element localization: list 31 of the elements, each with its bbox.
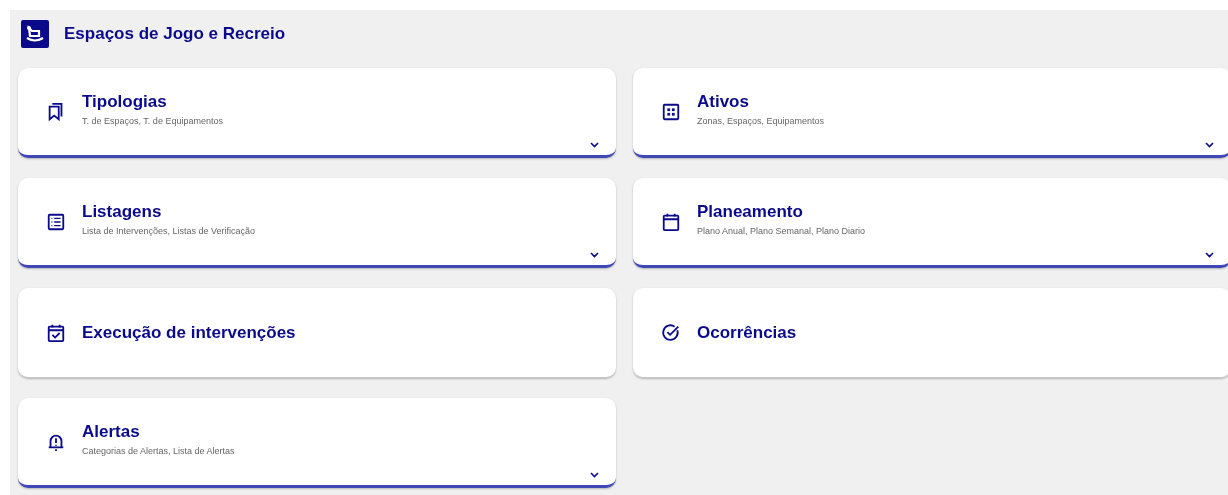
- card-title: Listagens: [82, 201, 163, 222]
- menu-card[interactable]: Ocorrências: [633, 288, 1228, 378]
- list-icon: [46, 211, 66, 232]
- card-subtitle: T. de Espaços, T. de Equipamentos: [82, 115, 223, 126]
- grid-icon: [661, 101, 681, 122]
- page-title: Espaços de Jogo e Recreio: [64, 24, 286, 44]
- menu-card[interactable]: Ativos Zonas, Espaços, Equipamentos: [633, 68, 1228, 158]
- card-title: Alertas: [82, 421, 141, 442]
- card-title: Tipologias: [82, 91, 168, 112]
- card-title: Ocorrências: [697, 322, 797, 343]
- chevron-down-icon[interactable]: [590, 252, 599, 258]
- menu-card[interactable]: Execução de intervenções: [18, 288, 616, 378]
- card-subtitle: Plano Anual, Plano Semanal, Plano Diario: [697, 225, 866, 236]
- menu-card[interactable]: Tipologias T. de Espaços, T. de Equipamentos: [18, 68, 616, 158]
- card-subtitle: Categorias de Alertas, Lista de Alertas: [82, 445, 235, 456]
- card-subtitle: Lista de Intervenções, Listas de Verificação: [82, 225, 256, 236]
- card-title: Planeamento: [697, 201, 804, 222]
- rocking-horse-logo-icon: [21, 20, 49, 48]
- calendar-icon: [661, 211, 681, 232]
- card-title: Execução de intervenções: [82, 322, 296, 343]
- card-subtitle: Zonas, Espaços, Equipamentos: [697, 115, 825, 126]
- card-title: Ativos: [697, 91, 750, 112]
- calendar-check-icon: [46, 322, 66, 343]
- chevron-down-icon[interactable]: [1205, 142, 1214, 148]
- check-circle-icon: [661, 322, 681, 343]
- chevron-down-icon[interactable]: [590, 472, 599, 478]
- chevron-down-icon[interactable]: [590, 142, 599, 148]
- menu-card[interactable]: Alertas Categorias de Alertas, Lista de Alertas: [18, 398, 616, 488]
- menu-card[interactable]: Planeamento Plano Anual, Plano Semanal, Plano Diario: [633, 178, 1228, 268]
- menu-card[interactable]: Listagens Lista de Intervenções, Listas de Verificação: [18, 178, 616, 268]
- chevron-down-icon[interactable]: [1205, 252, 1214, 258]
